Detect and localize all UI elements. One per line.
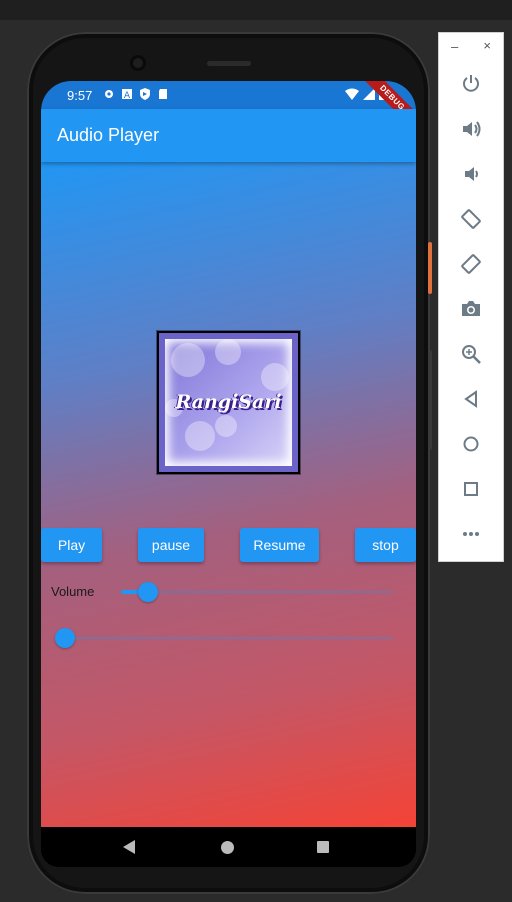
power-icon[interactable]: [458, 71, 484, 97]
nav-back-icon[interactable]: [123, 840, 135, 854]
resume-button[interactable]: Resume: [240, 528, 319, 562]
minimize-button[interactable]: –: [451, 39, 458, 54]
status-bar: 9:57 A DEBUG: [41, 81, 416, 137]
stop-button[interactable]: stop: [355, 528, 416, 562]
close-button[interactable]: ×: [483, 38, 491, 53]
emulator-toolbar: – ×: [438, 32, 504, 562]
font-icon: A: [122, 89, 132, 100]
seek-slider-thumb[interactable]: [55, 628, 75, 648]
player-content: RangiSari Play pause Resume stop Volume: [41, 162, 416, 827]
power-side-button: [428, 242, 432, 294]
play-button[interactable]: Play: [41, 528, 102, 562]
back-icon[interactable]: [458, 386, 484, 412]
sd-card-icon: [159, 89, 167, 99]
seek-slider-track[interactable]: [65, 637, 393, 639]
album-art: RangiSari: [157, 331, 300, 474]
front-camera: [130, 55, 146, 71]
camera-icon[interactable]: [458, 296, 484, 322]
zoom-icon[interactable]: [458, 341, 484, 367]
shield-icon: [140, 88, 150, 100]
volume-up-icon[interactable]: [458, 116, 484, 142]
app-title: Audio Player: [57, 125, 160, 145]
rotate-left-icon[interactable]: [458, 206, 484, 232]
more-icon[interactable]: [458, 521, 484, 547]
status-time: 9:57: [67, 88, 93, 103]
home-icon[interactable]: [458, 431, 484, 457]
phone-screen: 9:57 A DEBUG Audio Player RangiSari Play…: [41, 81, 416, 867]
volume-down-icon[interactable]: [458, 161, 484, 187]
earpiece: [207, 61, 251, 66]
settings-icon: [105, 90, 113, 98]
rotate-right-icon[interactable]: [458, 251, 484, 277]
volume-slider-track[interactable]: [121, 591, 393, 593]
window-top-bar: [0, 0, 512, 20]
wifi-icon: [345, 88, 359, 100]
svg-text:A: A: [124, 91, 131, 100]
volume-slider-thumb[interactable]: [138, 582, 159, 602]
volume-side-button: [428, 350, 432, 450]
nav-recents-icon[interactable]: [317, 841, 329, 853]
app-bar: Audio Player: [41, 109, 416, 162]
nav-home-icon[interactable]: [221, 841, 234, 854]
volume-label: Volume: [51, 584, 95, 599]
album-art-image: RangiSari: [165, 339, 292, 466]
album-logo-text: RangiSari: [175, 391, 282, 413]
pause-button[interactable]: pause: [138, 528, 204, 562]
navigation-bar: [41, 827, 416, 867]
overview-icon[interactable]: [458, 476, 484, 502]
